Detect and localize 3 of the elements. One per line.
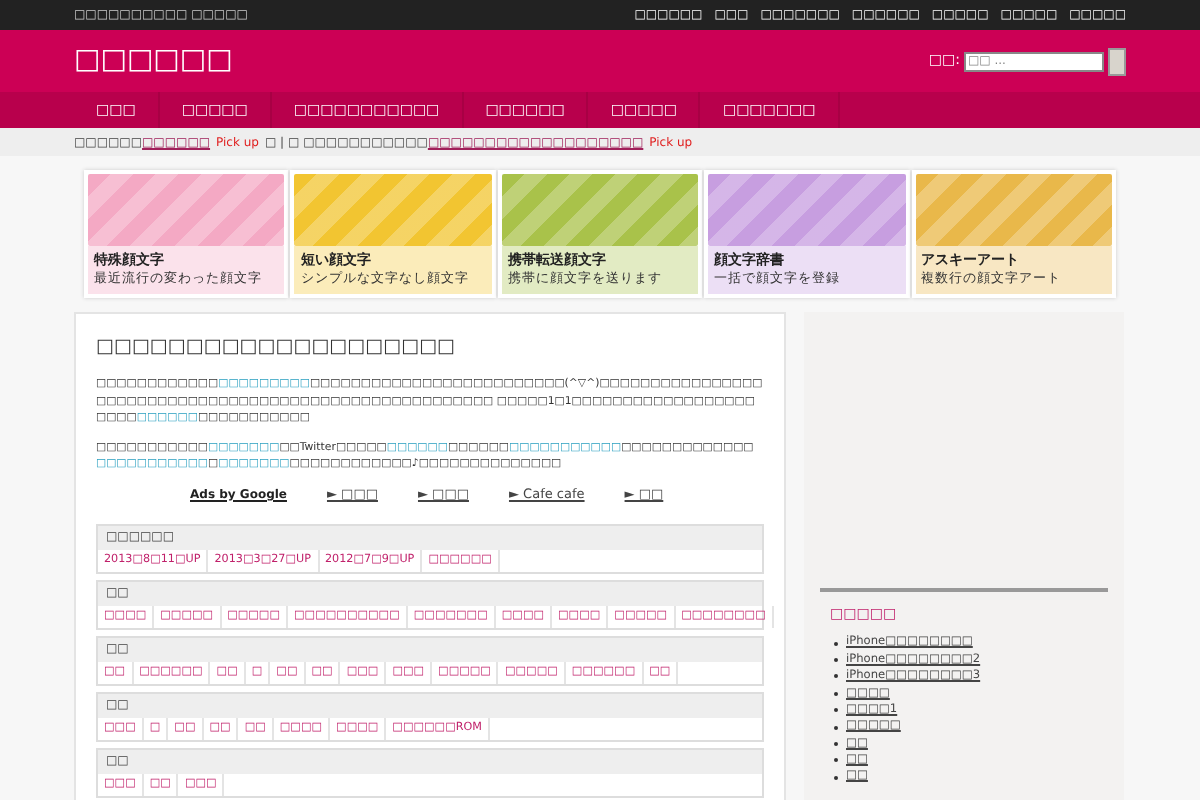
search-button[interactable]	[1108, 47, 1126, 75]
site-title: □□□□□□	[74, 42, 233, 80]
article-title: □□□□□□□□□□□□□□□□□□□□	[96, 334, 458, 362]
